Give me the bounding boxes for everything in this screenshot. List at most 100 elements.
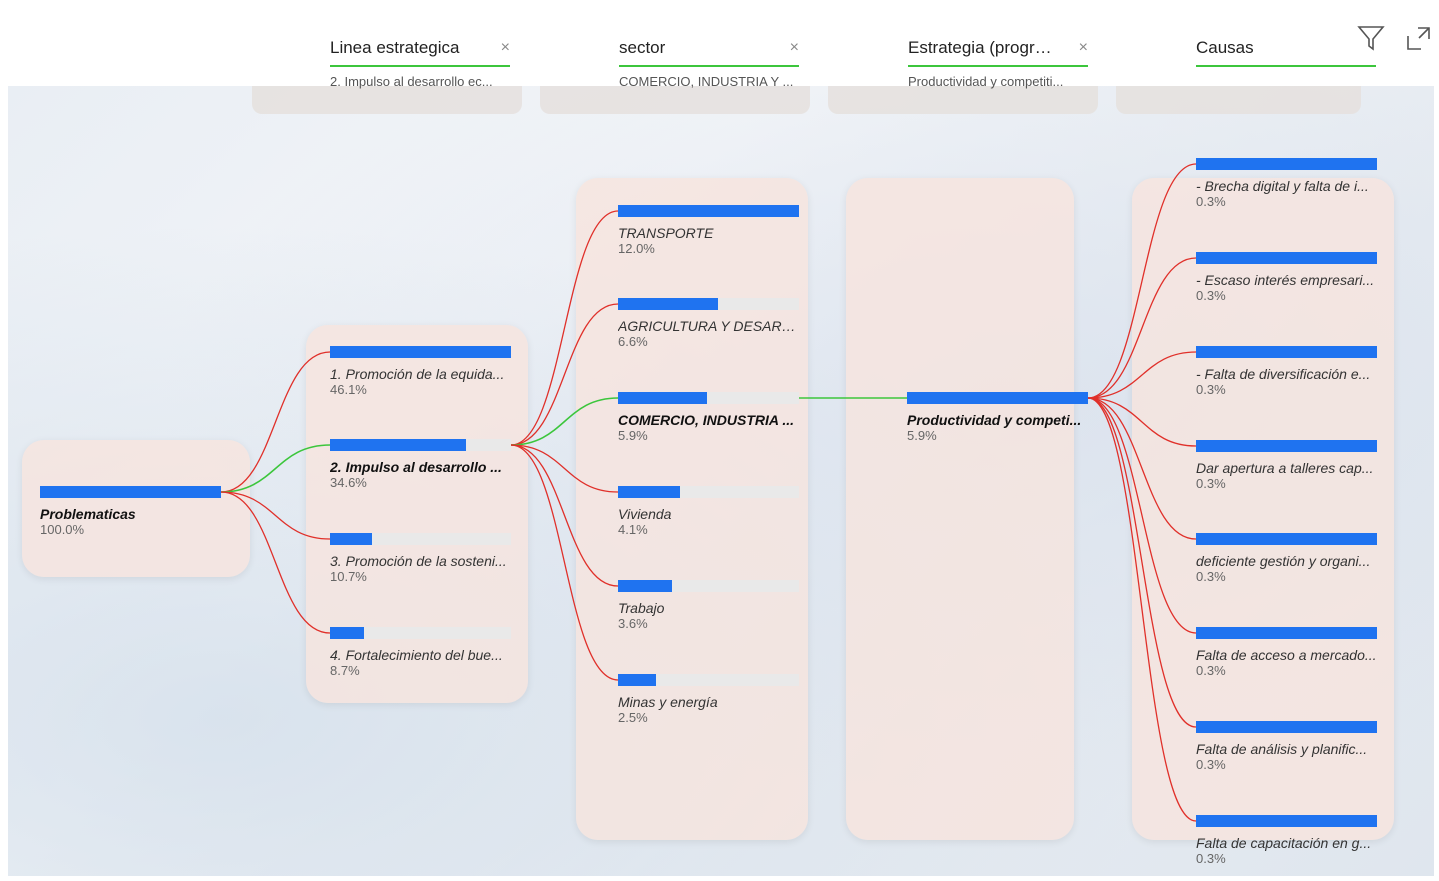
node-bar bbox=[1196, 158, 1377, 170]
col2-node[interactable]: COMERCIO, INDUSTRIA ... 5.9% bbox=[618, 392, 799, 444]
node-bar bbox=[1196, 721, 1377, 733]
col1-node[interactable]: 1. Promoción de la equida... 46.1% bbox=[330, 346, 511, 398]
node-label: deficiente gestión y organi... bbox=[1196, 553, 1371, 569]
node-bar-fill bbox=[1196, 533, 1377, 545]
level-3-title: Estrategia (program... bbox=[908, 38, 1058, 57]
level-1-underline bbox=[330, 65, 510, 67]
node-label: Falta de análisis y planific... bbox=[1196, 741, 1368, 757]
node-bar-fill bbox=[1196, 627, 1377, 639]
node-bar bbox=[618, 580, 799, 592]
node-bar bbox=[1196, 346, 1377, 358]
node-bar-fill bbox=[907, 392, 1088, 404]
node-bar bbox=[1196, 252, 1377, 264]
level-4-title: Causas bbox=[1196, 38, 1254, 57]
level-header: Linea estrategica × 2. Impulso al desarr… bbox=[8, 10, 1434, 89]
node-percent: 10.7% bbox=[330, 569, 367, 584]
col4-node[interactable]: - Escaso interés empresari... 0.3% bbox=[1196, 252, 1377, 304]
node-bar bbox=[907, 392, 1088, 404]
level-3-remove-icon[interactable]: × bbox=[1079, 38, 1088, 58]
level-1-header[interactable]: Linea estrategica × 2. Impulso al desarr… bbox=[330, 38, 510, 89]
node-bar bbox=[1196, 533, 1377, 545]
level-3-panel bbox=[846, 178, 1074, 840]
level-1-remove-icon[interactable]: × bbox=[501, 38, 510, 58]
node-bar bbox=[618, 674, 799, 686]
node-percent: 5.9% bbox=[907, 428, 937, 443]
col1-node[interactable]: 3. Promoción de la sosteni... 10.7% bbox=[330, 533, 511, 585]
node-label: Falta de acceso a mercado... bbox=[1196, 647, 1377, 663]
node-bar-fill bbox=[1196, 252, 1377, 264]
node-label: COMERCIO, INDUSTRIA ... bbox=[618, 412, 795, 428]
node-bar-fill bbox=[330, 346, 511, 358]
col1-node[interactable]: 4. Fortalecimiento del bue... 8.7% bbox=[330, 627, 511, 679]
node-bar-fill bbox=[618, 674, 656, 686]
node-percent: 4.1% bbox=[618, 522, 648, 537]
node-bar-fill bbox=[330, 627, 365, 639]
col4-node[interactable]: Falta de análisis y planific... 0.3% bbox=[1196, 721, 1377, 773]
col3-node[interactable]: Productividad y competi... 5.9% bbox=[907, 392, 1088, 444]
col4-node[interactable]: Dar apertura a talleres cap... 0.3% bbox=[1196, 440, 1377, 492]
node-label: - Falta de diversificación e... bbox=[1196, 366, 1371, 382]
node-bar bbox=[1196, 815, 1377, 827]
node-bar bbox=[330, 627, 511, 639]
level-2-underline bbox=[619, 65, 799, 67]
node-bar bbox=[618, 486, 799, 498]
node-bar bbox=[40, 486, 221, 498]
node-label: Falta de capacitación en g... bbox=[1196, 835, 1372, 851]
node-bar-fill bbox=[1196, 158, 1377, 170]
col2-node[interactable]: TRANSPORTE 12.0% bbox=[618, 205, 799, 257]
col2-node[interactable]: AGRICULTURA Y DESARR... 6.6% bbox=[618, 298, 799, 350]
node-percent: 6.6% bbox=[618, 334, 648, 349]
column-tab-shadow bbox=[1116, 86, 1361, 114]
col2-node[interactable]: Vivienda 4.1% bbox=[618, 486, 799, 538]
col4-node[interactable]: Falta de capacitación en g... 0.3% bbox=[1196, 815, 1377, 867]
node-label: TRANSPORTE bbox=[618, 225, 714, 241]
node-label: Trabajo bbox=[618, 600, 665, 616]
col4-node[interactable]: - Falta de diversificación e... 0.3% bbox=[1196, 346, 1377, 398]
node-percent: 3.6% bbox=[618, 616, 648, 631]
node-bar-fill bbox=[618, 392, 707, 404]
node-bar bbox=[330, 439, 511, 451]
filter-icon[interactable] bbox=[1357, 24, 1385, 52]
node-bar bbox=[330, 346, 511, 358]
col1-node[interactable]: 2. Impulso al desarrollo ... 34.6% bbox=[330, 439, 511, 491]
col4-node[interactable]: - Brecha digital y falta de i... 0.3% bbox=[1196, 158, 1377, 210]
node-bar bbox=[618, 205, 799, 217]
node-label: Productividad y competi... bbox=[907, 412, 1082, 428]
node-label: Vivienda bbox=[618, 506, 672, 522]
level-2-remove-icon[interactable]: × bbox=[790, 38, 799, 58]
node-percent: 0.3% bbox=[1196, 569, 1226, 584]
node-label: 1. Promoción de la equida... bbox=[330, 366, 505, 382]
level-1-title: Linea estrategica bbox=[330, 38, 460, 57]
root-node[interactable]: Problematicas 100.0% bbox=[40, 486, 221, 538]
node-label: 4. Fortalecimiento del bue... bbox=[330, 647, 503, 663]
node-bar-fill bbox=[618, 205, 799, 217]
col4-node[interactable]: Falta de acceso a mercado... 0.3% bbox=[1196, 627, 1377, 679]
expand-icon[interactable] bbox=[1405, 24, 1433, 52]
node-percent: 100.0% bbox=[40, 522, 85, 537]
col2-node[interactable]: Trabajo 3.6% bbox=[618, 580, 799, 632]
col4-node[interactable]: deficiente gestión y organi... 0.3% bbox=[1196, 533, 1377, 585]
level-2-header[interactable]: sector × COMERCIO, INDUSTRIA Y ... bbox=[619, 38, 799, 89]
node-percent: 8.7% bbox=[330, 663, 360, 678]
node-label: - Brecha digital y falta de i... bbox=[1196, 178, 1369, 194]
column-tab-shadow bbox=[828, 86, 1098, 114]
node-label: Dar apertura a talleres cap... bbox=[1196, 460, 1374, 476]
node-bar bbox=[1196, 627, 1377, 639]
node-bar-fill bbox=[330, 533, 372, 545]
node-label: AGRICULTURA Y DESARR... bbox=[618, 318, 799, 334]
node-label: Minas y energía bbox=[618, 694, 718, 710]
node-percent: 12.0% bbox=[618, 241, 655, 256]
node-label: - Escaso interés empresari... bbox=[1196, 272, 1375, 288]
node-percent: 0.3% bbox=[1196, 194, 1226, 209]
level-2-title: sector bbox=[619, 38, 666, 57]
node-percent: 0.3% bbox=[1196, 757, 1226, 772]
level-3-header[interactable]: Estrategia (program... × Productividad y… bbox=[908, 38, 1088, 89]
node-percent: 0.3% bbox=[1196, 851, 1226, 866]
col2-node[interactable]: Minas y energía 2.5% bbox=[618, 674, 799, 726]
node-bar bbox=[618, 392, 799, 404]
node-percent: 5.9% bbox=[618, 428, 648, 443]
node-percent: 46.1% bbox=[330, 382, 367, 397]
column-tab-shadow bbox=[540, 86, 810, 114]
level-4-header[interactable]: Causas bbox=[1196, 38, 1376, 67]
level-3-subtitle: Productividad y competiti... bbox=[908, 74, 1064, 89]
